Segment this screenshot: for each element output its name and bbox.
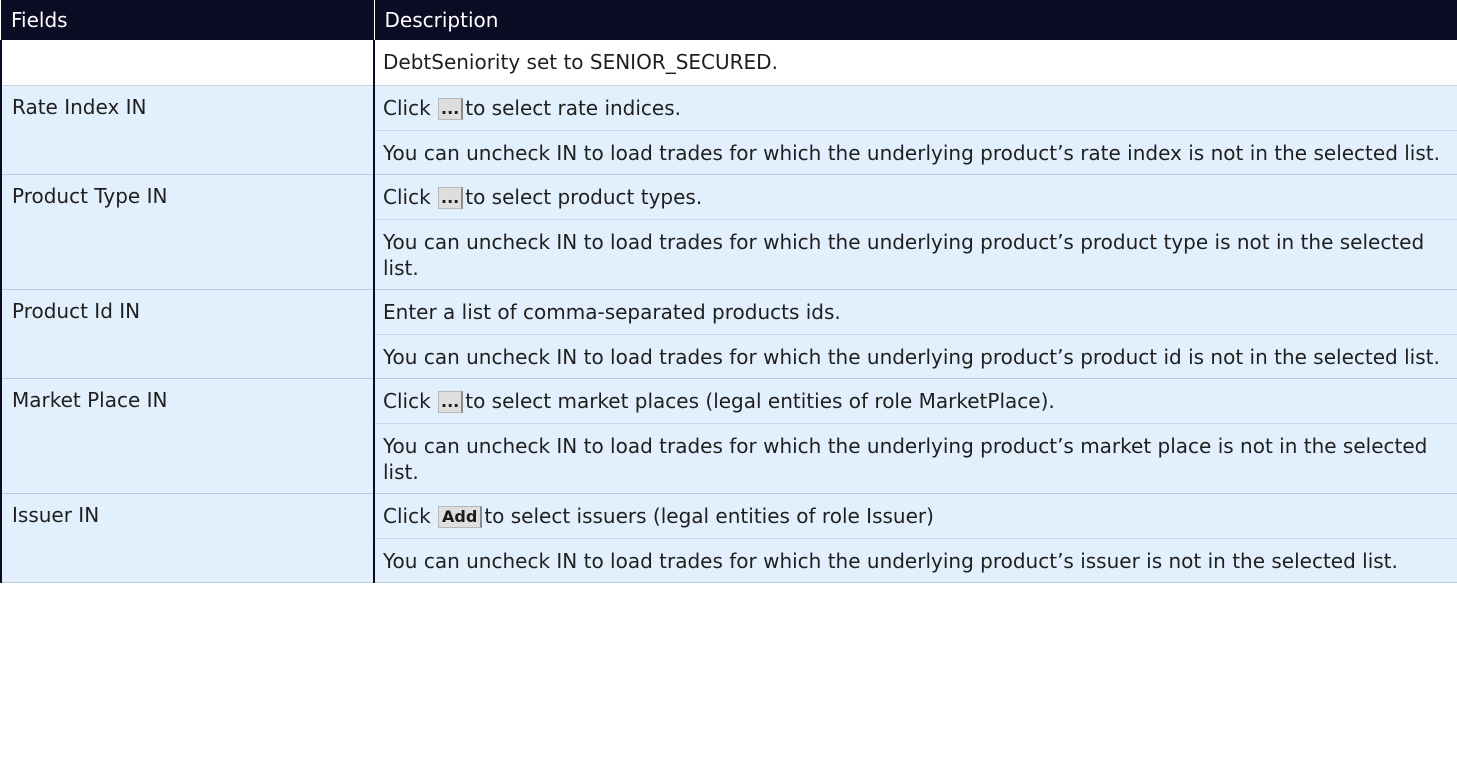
- description-cell: Enter a list of comma-separated products…: [374, 289, 1457, 379]
- description-text: to select product types.: [465, 184, 703, 209]
- description-text: You can uncheck IN to load trades for wh…: [383, 229, 1425, 280]
- description-text: Enter a list of comma-separated products…: [383, 299, 841, 324]
- description-text: You can uncheck IN to load trades for wh…: [383, 548, 1398, 573]
- table-row-product-type: Product Type IN Click ... to select produ…: [0, 174, 1457, 290]
- description-cell: Click ... to select product types. You ca…: [374, 174, 1457, 290]
- add-button: Add: [438, 505, 483, 528]
- description-cell: Click ... to select rate indices. You can…: [374, 85, 1457, 175]
- field-name: Product Type IN: [0, 174, 375, 290]
- field-name: Rate Index IN: [0, 85, 375, 175]
- table-row-product-id: Product Id IN Enter a list of comma-sepa…: [0, 289, 1457, 379]
- field-name: Market Place IN: [0, 378, 375, 494]
- description-column-header: Description: [374, 0, 1457, 40]
- description-text: You can uncheck IN to load trades for wh…: [383, 344, 1440, 369]
- field-cell-empty: [0, 40, 375, 86]
- ellipsis-button: ...: [438, 390, 464, 413]
- table-row-continuation: DebtSeniority set to SENIOR_SECURED.: [0, 40, 1457, 86]
- ellipsis-button: ...: [438, 186, 464, 209]
- ellipsis-button: ...: [438, 97, 464, 120]
- description-text: Click: [383, 388, 431, 413]
- description-text: Click: [383, 503, 431, 528]
- description-cell: Click ... to select market places (legal …: [374, 378, 1457, 494]
- description-text: You can uncheck IN to load trades for wh…: [383, 140, 1440, 165]
- fields-column-header: Fields: [1, 0, 375, 40]
- table-header-row: Fields Description: [1, 0, 1457, 40]
- field-name: Issuer IN: [0, 493, 375, 583]
- description-text: Click: [383, 184, 431, 209]
- table-row-issuer: Issuer IN Click Add to select issuers (le…: [0, 493, 1457, 583]
- field-name: Product Id IN: [0, 289, 375, 379]
- fields-table: Fields Description DebtSeniority set to …: [0, 0, 1457, 583]
- table-row-rate-index: Rate Index IN Click ... to select rate in…: [0, 85, 1457, 175]
- description-text: to select issuers (legal entities of rol…: [484, 503, 934, 528]
- description-cell: DebtSeniority set to SENIOR_SECURED.: [374, 40, 1457, 86]
- description-text: Click: [383, 95, 431, 120]
- table-row-market-place: Market Place IN Click ... to select marke…: [0, 378, 1457, 494]
- description-cell: Click Add to select issuers (legal entiti…: [374, 493, 1457, 583]
- description-text: to select market places (legal entities …: [465, 388, 1055, 413]
- description-text: You can uncheck IN to load trades for wh…: [383, 433, 1428, 484]
- description-text: to select rate indices.: [465, 95, 682, 120]
